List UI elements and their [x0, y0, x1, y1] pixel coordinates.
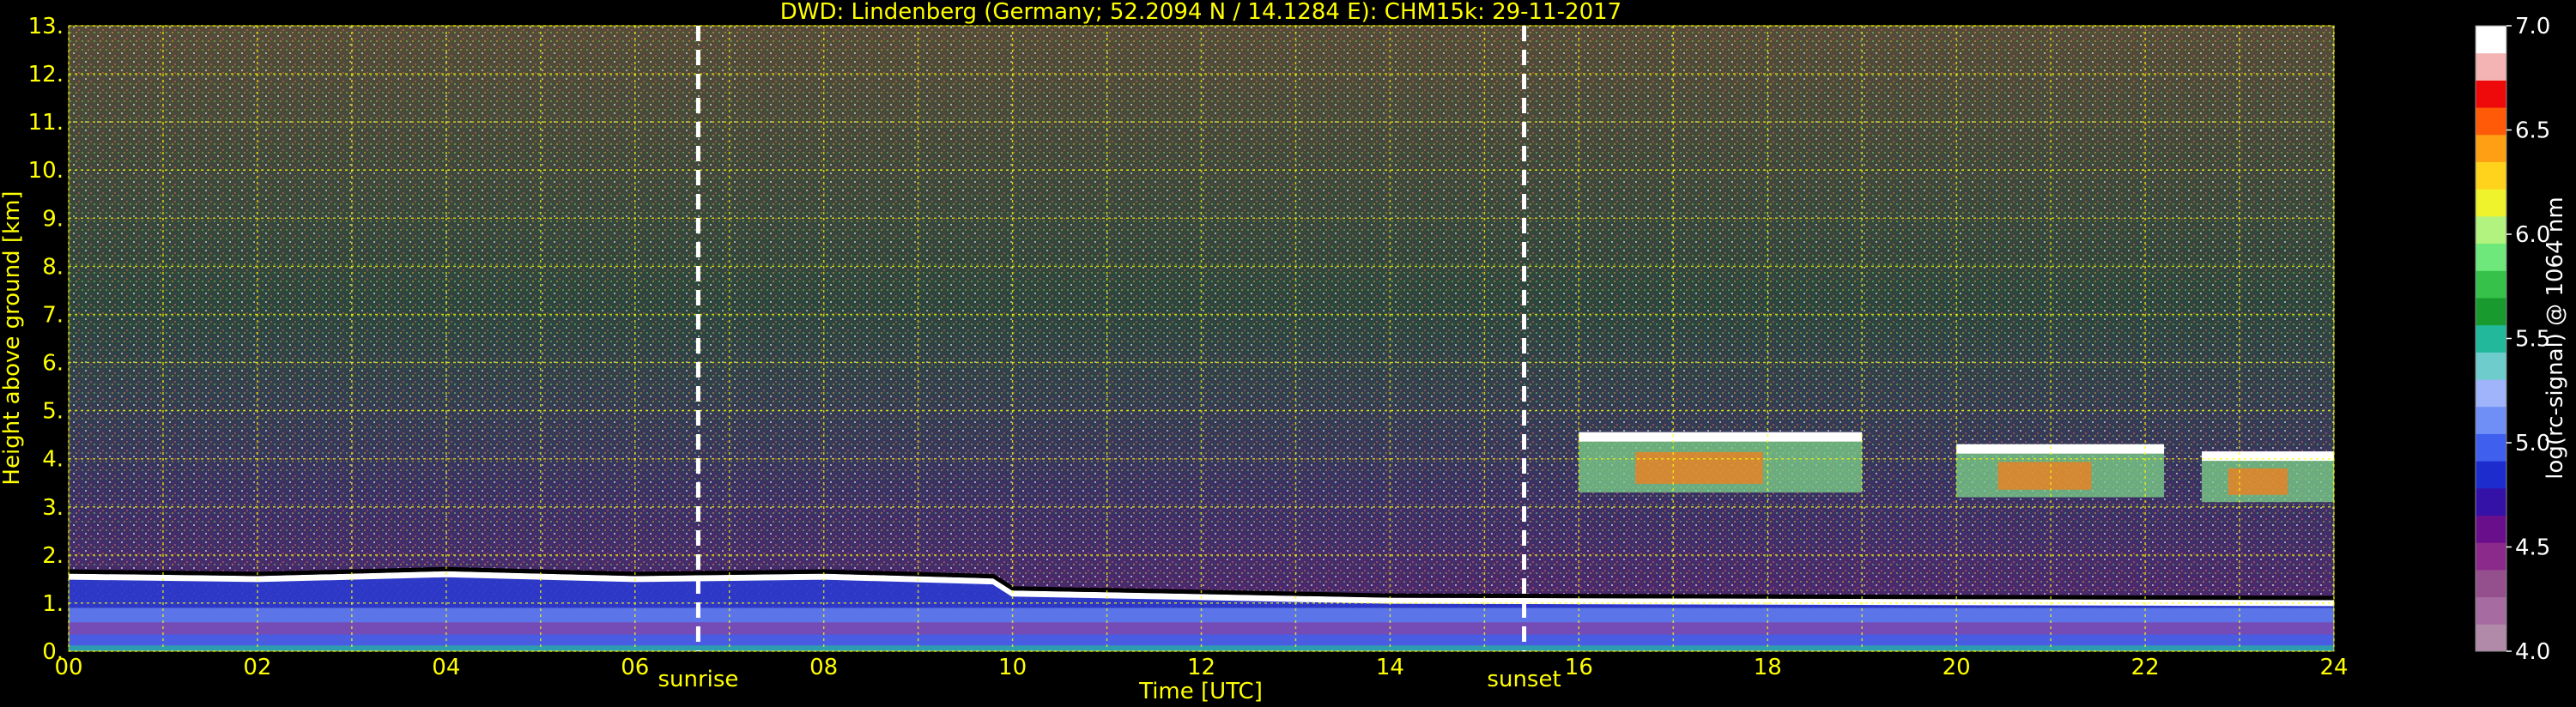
- colorbar-swatch: [2476, 515, 2506, 543]
- colorbar-tick-label: 6.5: [2515, 118, 2550, 144]
- colorbar-swatch: [2476, 433, 2506, 462]
- y-tick-label: 5.: [42, 399, 64, 425]
- y-tick-label: 6.: [42, 351, 64, 377]
- colorbar-swatch: [2476, 406, 2506, 434]
- x-tick-label: 08: [809, 655, 838, 680]
- cloud-core: [1997, 462, 2092, 490]
- y-tick-label: 3.: [42, 495, 64, 521]
- x-tick-label: 12: [1187, 655, 1215, 680]
- y-tick-label: 4.: [42, 447, 64, 473]
- x-tick-label: 22: [2131, 655, 2160, 680]
- colorbar-swatch: [2476, 297, 2506, 326]
- chart-title: DWD: Lindenberg (Germany; 52.2094 N / 14…: [780, 0, 1621, 25]
- x-tick-label: 06: [621, 655, 649, 680]
- colorbar-swatch: [2476, 134, 2506, 162]
- x-axis-label: Time [UTC]: [1138, 679, 1263, 704]
- colorbar-swatch: [2476, 243, 2506, 271]
- colorbar-swatch: [2476, 161, 2506, 190]
- y-tick-label: 2.: [42, 543, 64, 569]
- colorbar-swatch: [2476, 107, 2506, 136]
- x-tick-label: 18: [1754, 655, 1782, 680]
- cloud-top: [1579, 432, 1863, 442]
- colorbar-swatch: [2476, 487, 2506, 517]
- colorbar-swatch: [2476, 189, 2506, 217]
- x-tick-label: 16: [1565, 655, 1593, 680]
- cloud-core: [1635, 451, 1763, 484]
- colorbar-swatch: [2476, 52, 2506, 81]
- y-tick-label: 9.: [42, 206, 64, 232]
- y-tick-labels: 0.1.2.3.4.5.6.7.8.9.10.11.12.13.: [28, 14, 64, 665]
- y-tick-label: 10.: [28, 158, 64, 184]
- colorbar-swatch: [2476, 569, 2506, 598]
- y-axis-label: Height above ground [km]: [0, 190, 25, 485]
- colorbar-label: log(rc-signal) @ 1064 nm: [2543, 196, 2568, 479]
- colorbar-swatch: [2476, 270, 2506, 299]
- y-tick-label: 12.: [28, 62, 64, 88]
- x-tick-label: 14: [1376, 655, 1404, 680]
- y-tick-label: 8.: [42, 254, 64, 280]
- sunrise-label: sunrise: [658, 667, 738, 692]
- ceilometer-backscatter-chart: sunrise sunset DWD: Lindenberg (Germany; …: [0, 0, 2568, 704]
- x-tick-label: 00: [54, 655, 82, 680]
- cloud-core: [2227, 468, 2288, 495]
- y-tick-label: 11.: [28, 110, 64, 136]
- x-tick-label: 20: [1943, 655, 1971, 680]
- colorbar-swatch: [2476, 215, 2506, 245]
- colorbar-swatch: [2476, 542, 2506, 571]
- colorbar-tick-label: 4.5: [2515, 535, 2550, 561]
- x-tick-labels: 00 02 04 06 08 10 12 14 16 18 20 22 24: [54, 655, 2348, 680]
- sunset-label: sunset: [1487, 667, 1561, 692]
- x-tick-label: 10: [998, 655, 1027, 680]
- colorbar-swatch: [2476, 352, 2506, 380]
- y-tick-label: 7.: [42, 302, 64, 328]
- colorbar-swatch: [2476, 379, 2506, 408]
- colorbar-swatch: [2476, 324, 2506, 353]
- colorbar-swatch: [2476, 26, 2506, 54]
- y-tick-label: 1.: [42, 591, 64, 617]
- colorbar-tick-label: 4.0: [2515, 639, 2550, 665]
- colorbar-tick-label: 7.0: [2515, 14, 2550, 39]
- x-tick-label: 02: [243, 655, 271, 680]
- x-tick-label: 24: [2319, 655, 2348, 680]
- y-tick-label: 13.: [28, 14, 64, 39]
- colorbar-swatch: [2476, 80, 2506, 108]
- x-tick-label: 04: [432, 655, 460, 680]
- colorbar-swatch: [2476, 461, 2506, 489]
- colorbar: [2475, 25, 2507, 652]
- cloud-top: [1956, 444, 2165, 454]
- colorbar-swatch: [2476, 596, 2506, 625]
- colorbar-swatch: [2476, 624, 2506, 652]
